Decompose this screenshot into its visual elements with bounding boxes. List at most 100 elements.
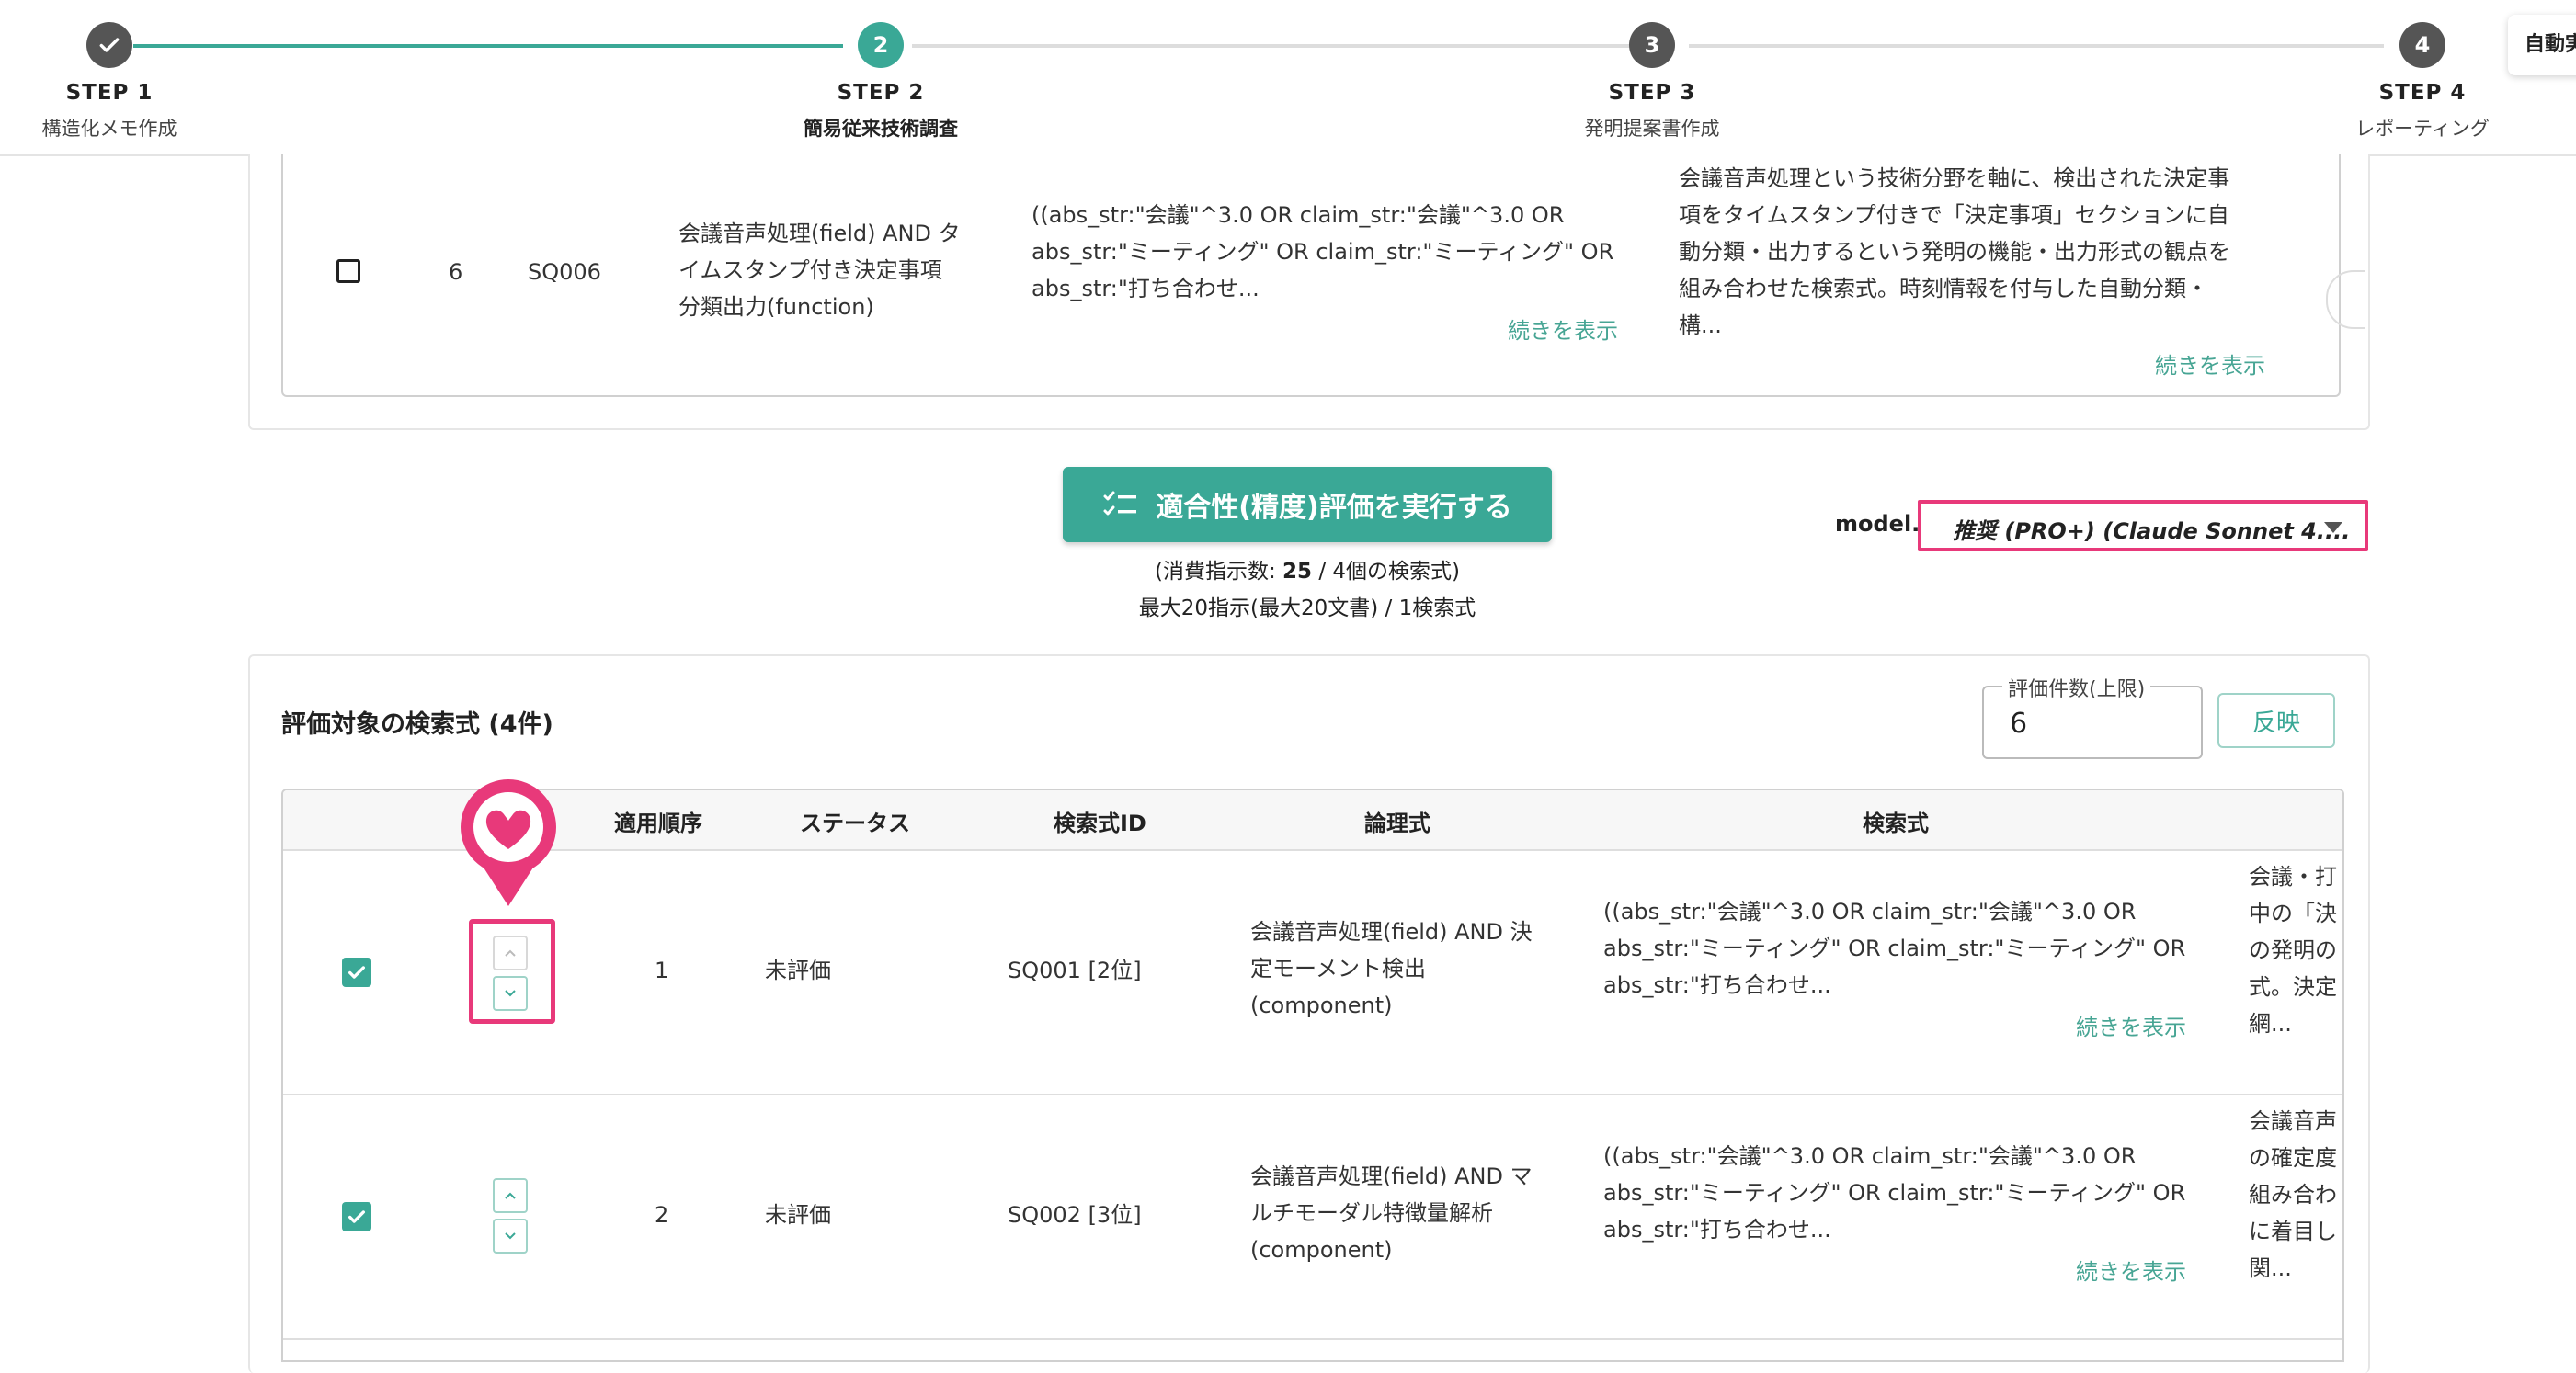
logic-line: ルチモーダル特徴量解析	[1250, 1200, 1493, 1226]
query-line: abs_str:"ミーティング" OR claim_str:"ミーティング" O…	[1032, 239, 1614, 265]
desc-line: 会議・打	[2249, 864, 2337, 890]
query-line: abs_str:"打ち合わせ...	[1603, 1217, 1831, 1243]
show-more-link[interactable]: 続きを表示	[2076, 1254, 2186, 1286]
col-query: 検索式	[1863, 811, 1929, 836]
desc-line: 構...	[1679, 312, 1722, 338]
apply-order: 2	[655, 1202, 669, 1228]
logic-line: (component)	[1250, 993, 1393, 1018]
col-query-id: 検索式ID	[1054, 811, 1146, 836]
col-order: 適用順序	[614, 811, 702, 836]
query-line: ((abs_str:"会議"^3.0 OR claim_str:"会議"^3.0…	[1603, 899, 2137, 925]
logic-line: 分類出力(function)	[678, 294, 874, 320]
row-checkbox-checked[interactable]	[342, 1202, 371, 1231]
step-connector	[912, 44, 1629, 48]
show-more-link[interactable]: 続きを表示	[2076, 1009, 2186, 1041]
cost-note: (消費指示数: 25 / 4個の検索式)	[1032, 553, 1583, 584]
order-buttons-highlight	[469, 919, 555, 1024]
apply-order: 1	[655, 958, 669, 983]
step-1-title: STEP 1	[65, 81, 154, 105]
row-number: 6	[449, 259, 463, 285]
query-string: ((abs_str:"会議"^3.0 OR claim_str:"会議"^3.0…	[1032, 197, 1638, 307]
col-status: ステータス	[800, 811, 910, 836]
step-3-title: STEP 3	[1608, 81, 1696, 105]
model-select[interactable]: 推奨 (PRO+) (Claude Sonnet 4....	[1918, 500, 2368, 551]
checklist-icon	[1103, 491, 1137, 516]
desc-line: 組み合わ	[2249, 1182, 2337, 1208]
query-line: abs_str:"打ち合わせ...	[1032, 276, 1260, 301]
desc-line: 網...	[2249, 1011, 2292, 1037]
evaluation-limit-field[interactable]: 評価件数(上限) 6	[1982, 673, 2203, 759]
desc-line: 式。決定	[2249, 974, 2337, 1000]
query-list-card: 6 SQ006 会議音声処理(field) AND タ イムスタンプ付き決定事項…	[248, 154, 2370, 430]
desc-line: の確定度	[2249, 1145, 2337, 1171]
query-list-table: 6 SQ006 会議音声処理(field) AND タ イムスタンプ付き決定事項…	[281, 154, 2365, 397]
status: 未評価	[765, 1202, 831, 1228]
query-line: abs_str:"打ち合わせ...	[1603, 972, 1831, 998]
logic-line: 定モーメント検出	[1250, 956, 1427, 982]
row-checkbox[interactable]	[336, 259, 360, 283]
move-up-button[interactable]	[493, 1178, 528, 1213]
query-string: ((abs_str:"会議"^3.0 OR claim_str:"会議"^3.0…	[1603, 1138, 2210, 1248]
scroll-handle[interactable]	[2326, 270, 2365, 329]
step-4-badge[interactable]: 4	[2399, 22, 2445, 68]
apply-button[interactable]: 反映	[2217, 693, 2335, 748]
evaluation-limit-label: 評価件数(上限)	[2002, 673, 2151, 702]
logic-line: 会議音声処理(field) AND 決	[1250, 919, 1533, 945]
query-description: 会議・打 中の「決 の発明の 式。決定 網...	[2249, 858, 2341, 1042]
evaluation-table: 適用順序 ステータス 検索式ID 論理式 検索式 1 未評価 SQ001 [2位…	[281, 789, 2344, 1362]
stepper: 2 3 4 STEP 1 構造化メモ作成 STEP 2 簡易従来技術調査 STE…	[0, 0, 2576, 156]
evaluation-limit-value: 6	[2010, 708, 2028, 740]
move-down-button[interactable]	[493, 1219, 528, 1254]
query-id: SQ002 [3位]	[1008, 1202, 1142, 1228]
step-3-subtitle: 発明提案書作成	[1584, 118, 1720, 140]
row-checkbox-checked[interactable]	[342, 958, 371, 987]
logic-expression: 会議音声処理(field) AND 決 定モーメント検出 (component)	[1250, 913, 1563, 1024]
table-header: 適用順序 ステータス 検索式ID 論理式 検索式	[283, 790, 2342, 851]
step-2-title: STEP 2	[837, 81, 925, 105]
model-selected-value: 推奨 (PRO+) (Claude Sonnet 4....	[1953, 518, 2351, 544]
query-description: 会議音声 の確定度 組み合わ に着目し 関...	[2249, 1103, 2341, 1287]
model-label: model.	[1835, 511, 1921, 537]
step-4-subtitle: レポーティング	[2355, 118, 2490, 140]
query-line: ((abs_str:"会議"^3.0 OR claim_str:"会議"^3.0…	[1603, 1143, 2137, 1169]
desc-line: 会議音声	[2249, 1108, 2337, 1134]
logic-expression: 会議音声処理(field) AND マ ルチモーダル特徴量解析 (compone…	[1250, 1158, 1563, 1268]
logic-line: 会議音声処理(field) AND タ	[678, 221, 961, 246]
step-1-check-icon[interactable]	[86, 22, 132, 68]
step-4-title: STEP 4	[2378, 81, 2467, 105]
logic-line: 会議音声処理(field) AND マ	[1250, 1163, 1533, 1189]
step-3-badge[interactable]: 3	[1629, 22, 1675, 68]
chevron-down-icon	[2324, 522, 2342, 533]
query-line: ((abs_str:"会議"^3.0 OR claim_str:"会議"^3.0…	[1032, 202, 1565, 228]
query-id: SQ001 [2位]	[1008, 958, 1142, 983]
step-2-badge[interactable]: 2	[858, 22, 904, 68]
heart-pin-icon	[461, 779, 556, 906]
col-logic: 論理式	[1364, 811, 1430, 836]
auto-run-button[interactable]: 自動実行	[2508, 15, 2576, 75]
cost-value: 25	[1282, 560, 1313, 584]
desc-line: 項をタイムスタンプ付きで「決定事項」セクションに自	[1679, 202, 2229, 228]
desc-line: に着目し	[2249, 1219, 2337, 1244]
row-divider	[283, 1338, 2342, 1340]
logic-expression: 会議音声処理(field) AND タ イムスタンプ付き決定事項 分類出力(fu…	[678, 215, 991, 325]
desc-line: 会議音声処理という技術分野を軸に、検出された決定事	[1679, 165, 2230, 191]
run-evaluation-label: 適合性(精度)評価を実行する	[1156, 492, 1512, 524]
step-2-subtitle: 簡易従来技術調査	[804, 118, 958, 140]
query-line: abs_str:"ミーティング" OR claim_str:"ミーティング" O…	[1603, 936, 2186, 961]
desc-line: 組み合わせた検索式。時刻情報を付与した自動分類・	[1679, 276, 2208, 301]
run-evaluation-button[interactable]: 適合性(精度)評価を実行する	[1063, 467, 1552, 542]
logic-line: イムスタンプ付き決定事項	[678, 257, 942, 283]
step-connector	[1689, 44, 2384, 48]
desc-line: 関...	[2249, 1255, 2292, 1281]
step-1-subtitle: 構造化メモ作成	[41, 118, 177, 140]
cost-prefix: (消費指示数:	[1154, 560, 1283, 584]
desc-line: の発明の	[2249, 937, 2337, 963]
query-line: abs_str:"ミーティング" OR claim_str:"ミーティング" O…	[1603, 1180, 2186, 1206]
show-more-link[interactable]: 続きを表示	[2155, 347, 2265, 380]
query-string: ((abs_str:"会議"^3.0 OR claim_str:"会議"^3.0…	[1603, 893, 2210, 1004]
show-more-link[interactable]: 続きを表示	[1508, 312, 1618, 345]
evaluation-title: 評価対象の検索式 (4件)	[281, 710, 553, 739]
row-divider	[283, 1094, 2342, 1095]
query-id: SQ006	[528, 259, 601, 285]
cost-suffix: / 4個の検索式)	[1312, 560, 1461, 584]
